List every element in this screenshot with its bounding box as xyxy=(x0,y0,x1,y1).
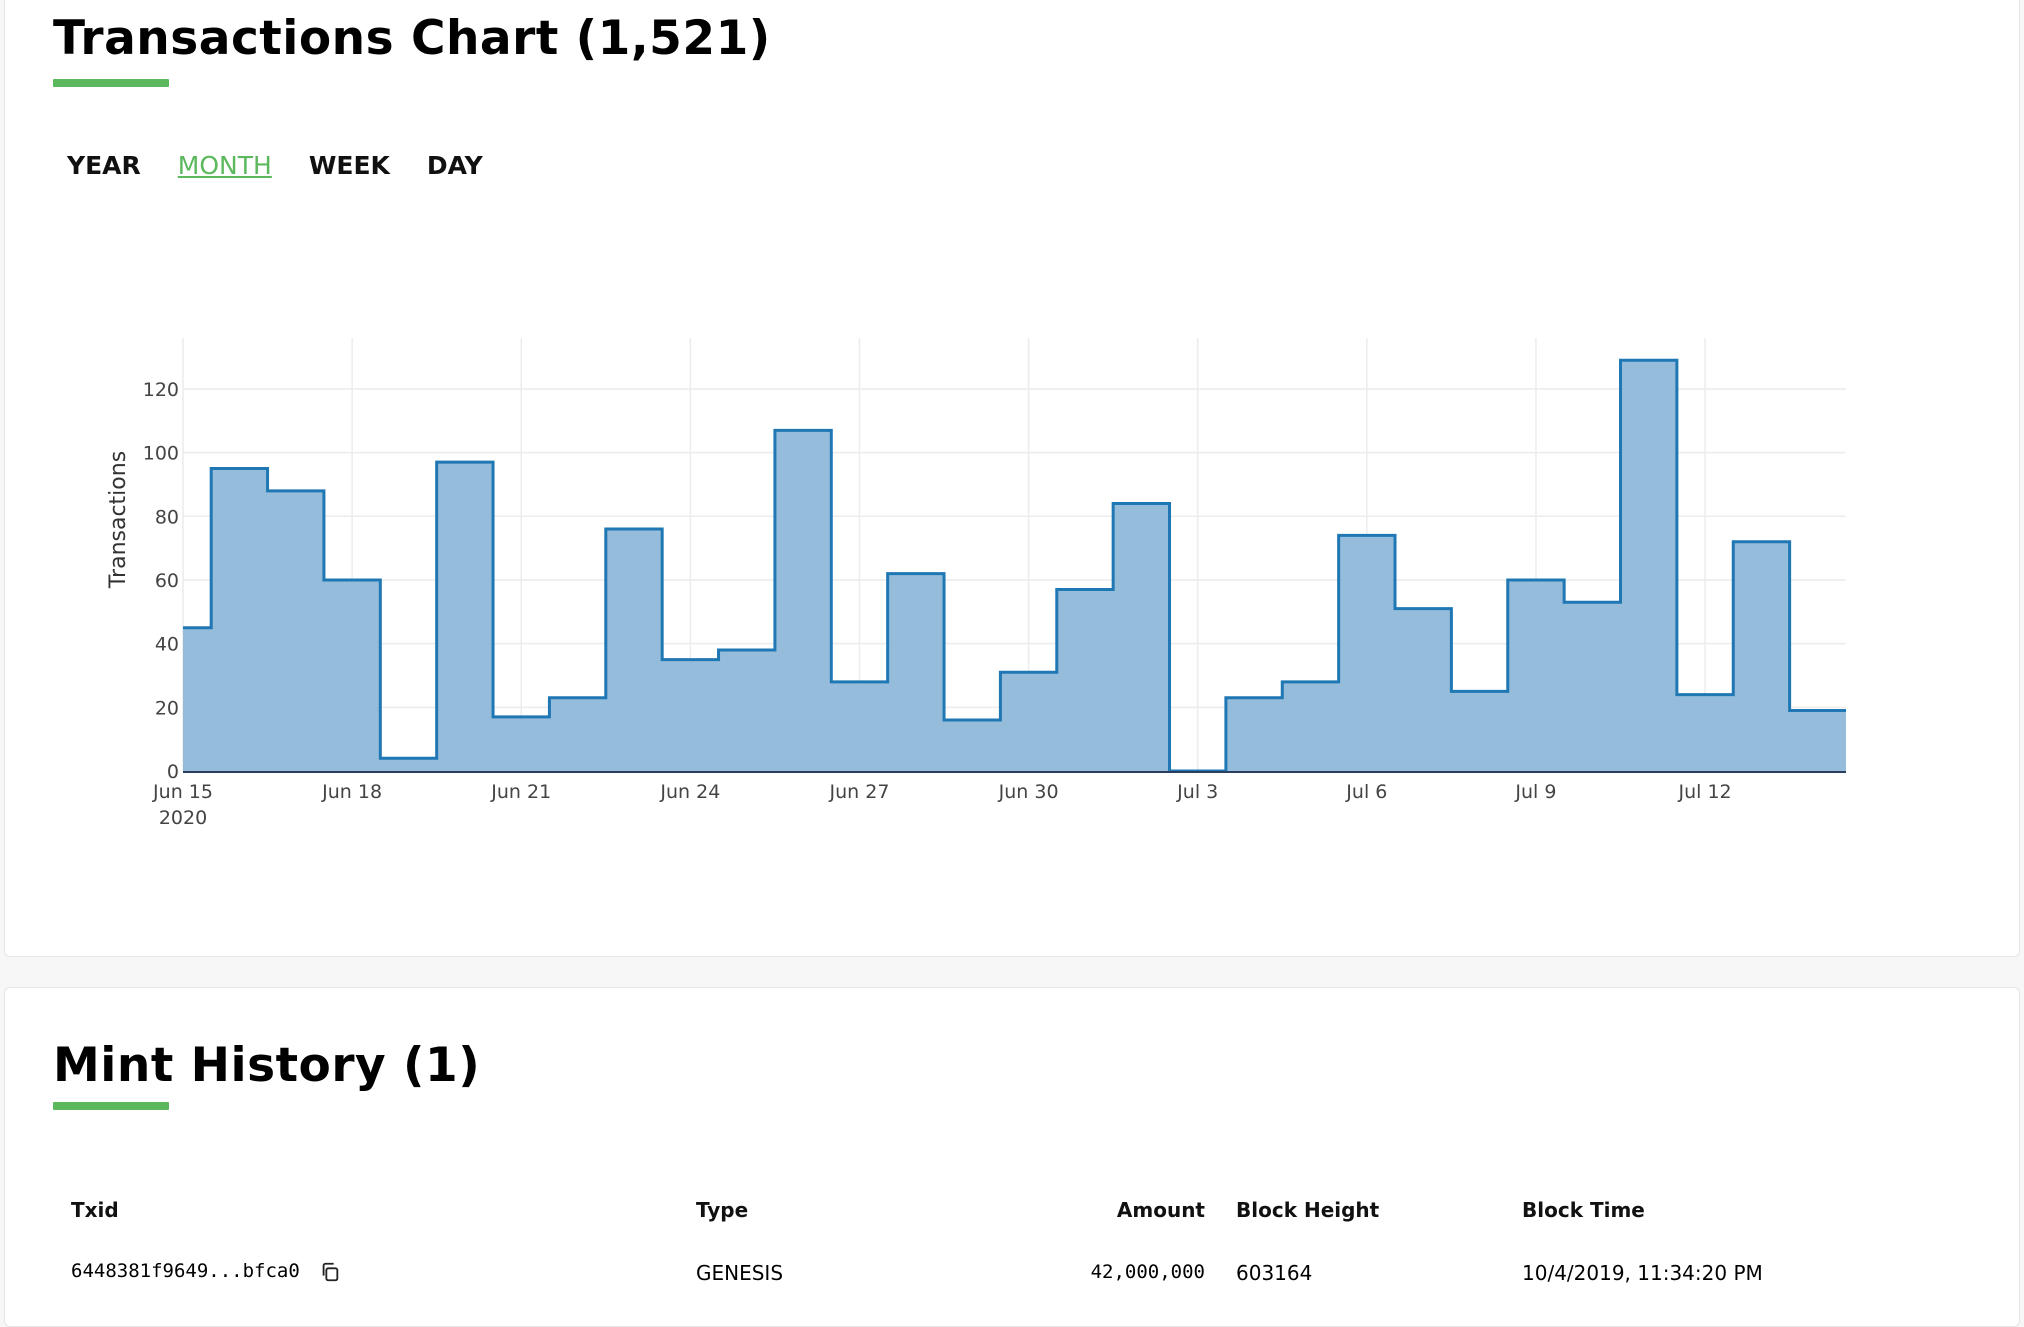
tab-day[interactable]: DAY xyxy=(427,151,483,180)
y-tick-label: 0 xyxy=(167,761,179,783)
column-header-type[interactable]: Type xyxy=(696,1198,748,1222)
tab-week[interactable]: WEEK xyxy=(309,151,390,180)
mint-section-title: Mint History (1) xyxy=(53,1038,481,1093)
y-tick-label: 100 xyxy=(143,443,179,465)
y-axis-label: Transactions xyxy=(106,451,131,589)
x-tick-label: Jul 6 xyxy=(1345,781,1387,803)
range-tabs: YEAR MONTH WEEK DAY xyxy=(67,151,520,180)
x-tick-label: Jun 18 xyxy=(321,781,382,803)
y-tick-label: 20 xyxy=(155,697,179,719)
x-year-label: 2020 xyxy=(159,807,207,829)
x-tick-label: Jun 27 xyxy=(829,781,890,803)
type-cell: GENESIS xyxy=(696,1261,784,1285)
y-tick-label: 120 xyxy=(143,379,179,401)
block-height-cell[interactable]: 603164 xyxy=(1236,1261,1312,1285)
transactions-step-chart[interactable]: 0 20 40 60 80 100 120 Jun 15 Jun 18 Jun 21 Jun 24… xyxy=(5,333,2021,853)
title-underline xyxy=(53,1102,169,1110)
copy-icon[interactable] xyxy=(319,1261,341,1283)
x-tick-label: Jun 24 xyxy=(659,781,720,803)
column-header-block-height[interactable]: Block Height xyxy=(1236,1198,1379,1222)
y-axis-ticks: 0 20 40 60 80 100 120 xyxy=(143,379,179,783)
x-tick-label: Jun 21 xyxy=(490,781,551,803)
column-header-block-time[interactable]: Block Time xyxy=(1522,1198,1645,1222)
txid-cell: 6448381f9649...bfca0 xyxy=(71,1260,341,1283)
txid-link[interactable]: 6448381f9649...bfca0 xyxy=(71,1260,300,1282)
amount-cell: 42,000,000 xyxy=(1090,1261,1205,1283)
x-tick-label: Jun 30 xyxy=(998,781,1059,803)
x-tick-label: Jul 3 xyxy=(1176,781,1218,803)
x-tick-label: Jul 9 xyxy=(1514,781,1556,803)
column-header-amount[interactable]: Amount xyxy=(1117,1198,1205,1222)
tab-year[interactable]: YEAR xyxy=(67,151,141,180)
mint-history-card: Mint History (1) Txid Type Amount Block … xyxy=(4,987,2020,1327)
transactions-area xyxy=(183,360,1846,771)
chart-section-title: Transactions Chart (1,521) xyxy=(53,11,771,66)
x-axis-ticks: Jun 15 Jun 18 Jun 21 Jun 24 Jun 27 Jun 30 Jul … xyxy=(152,781,1732,829)
x-tick-label: Jul 12 xyxy=(1677,781,1731,803)
y-tick-label: 60 xyxy=(155,570,179,592)
transactions-chart-card: Transactions Chart (1,521) YEAR MONTH WE… xyxy=(4,0,2020,957)
y-tick-label: 40 xyxy=(155,634,179,656)
column-header-txid[interactable]: Txid xyxy=(71,1198,119,1222)
title-underline xyxy=(53,79,169,87)
y-tick-label: 80 xyxy=(155,506,179,528)
x-tick-label: Jun 15 xyxy=(152,781,213,803)
block-time-cell: 10/4/2019, 11:34:20 PM xyxy=(1522,1261,1763,1285)
tab-month[interactable]: MONTH xyxy=(178,151,272,180)
